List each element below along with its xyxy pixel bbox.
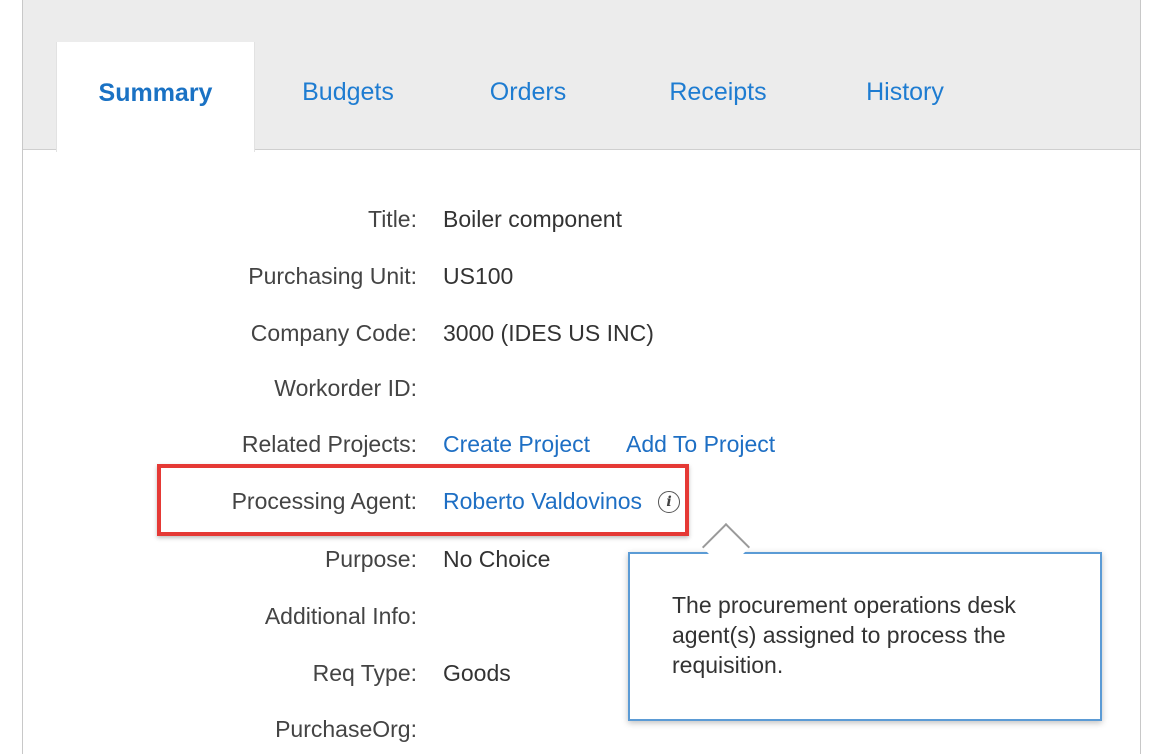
tab-bar: Summary Budgets Orders Receipts History <box>23 0 1140 152</box>
purpose-label: Purpose: <box>324 546 417 572</box>
field-related-projects: Related Projects: Create Project Add To … <box>23 431 1140 467</box>
requisition-summary-panel: Summary Budgets Orders Receipts History … <box>22 0 1141 754</box>
req-type-value: Goods <box>443 660 511 686</box>
title-label: Title: <box>368 206 417 232</box>
field-purchasing-unit: Purchasing Unit: US100 <box>23 263 1140 299</box>
purchasing-unit-label: Purchasing Unit: <box>248 263 417 289</box>
field-purchase-org: PurchaseOrg: <box>23 716 1140 752</box>
workorder-id-label: Workorder ID: <box>274 375 417 401</box>
tooltip-text: The procurement operations desk agent(s)… <box>672 592 1016 678</box>
related-projects-label: Related Projects: <box>241 431 417 457</box>
purpose-value: No Choice <box>443 546 551 572</box>
tab-history[interactable]: History <box>845 42 965 150</box>
processing-agent-highlight-box <box>157 464 689 536</box>
create-project-link[interactable]: Create Project <box>443 431 590 458</box>
info-tooltip: The procurement operations desk agent(s)… <box>628 552 1102 721</box>
field-title: Title: Boiler component <box>23 206 1140 242</box>
company-code-link[interactable]: 3000 (IDES US INC) <box>443 320 654 347</box>
field-workorder-id: Workorder ID: <box>23 375 1140 411</box>
tab-orders[interactable]: Orders <box>468 42 588 150</box>
tab-budgets[interactable]: Budgets <box>283 42 413 150</box>
req-type-label: Req Type: <box>312 660 417 686</box>
tab-summary[interactable]: Summary <box>56 42 255 152</box>
purchasing-unit-link[interactable]: US100 <box>443 263 513 290</box>
purchase-org-label: PurchaseOrg: <box>275 716 417 742</box>
field-company-code: Company Code: 3000 (IDES US INC) <box>23 320 1140 356</box>
title-value: Boiler component <box>443 206 622 232</box>
add-to-project-link[interactable]: Add To Project <box>626 431 775 458</box>
additional-info-label: Additional Info: <box>264 603 417 629</box>
tab-receipts[interactable]: Receipts <box>648 42 788 150</box>
related-projects-links: Create Project Add To Project <box>443 431 775 458</box>
company-code-label: Company Code: <box>250 320 417 346</box>
